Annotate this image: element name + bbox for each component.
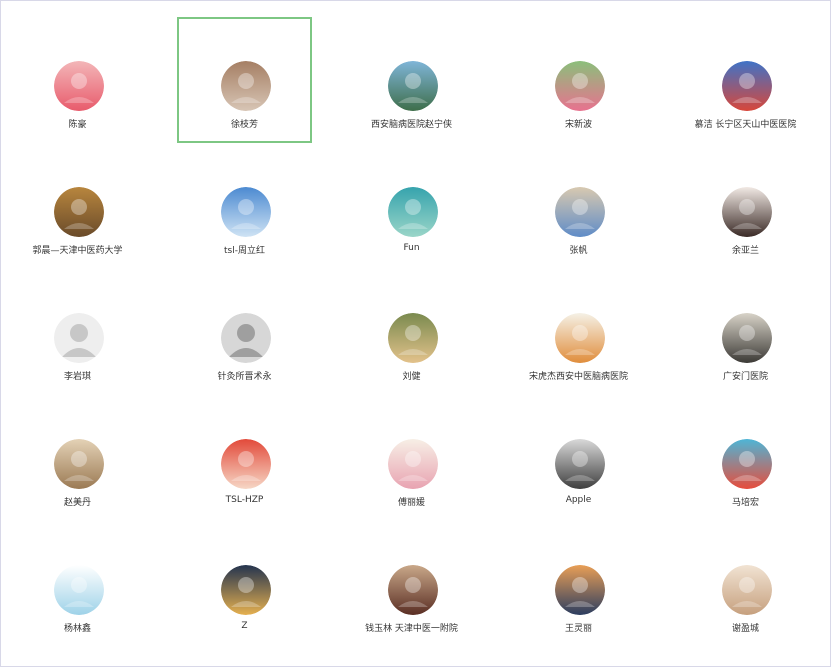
contact-name: TSL-HZP bbox=[225, 495, 264, 505]
contact-card[interactable]: 王灵丽 bbox=[511, 521, 646, 647]
contact-name: 张帆 bbox=[569, 246, 588, 256]
man-toy-avatar bbox=[388, 565, 438, 615]
contact-card[interactable]: 张帆 bbox=[511, 143, 646, 269]
ghost-cat-avatar bbox=[54, 565, 104, 615]
contact-card[interactable]: 慕洁 长宁区天山中医医院 bbox=[678, 17, 813, 143]
contact-card[interactable]: 徐枝芳 bbox=[177, 17, 312, 143]
lake-photo-avatar bbox=[555, 439, 605, 489]
contact-card[interactable]: Apple bbox=[511, 395, 646, 521]
city-night-avatar bbox=[221, 565, 271, 615]
window-room-avatar bbox=[722, 565, 772, 615]
contact-name: 宋新波 bbox=[564, 120, 592, 130]
contact-name: tsl-周立红 bbox=[224, 246, 265, 256]
contact-name: 慕洁 长宁区天山中医医院 bbox=[694, 120, 797, 130]
contact-card[interactable]: tsl-周立红 bbox=[177, 143, 312, 269]
contact-name: Apple bbox=[565, 495, 592, 505]
silhouette-person-icon bbox=[221, 313, 271, 363]
sky-avatar bbox=[221, 187, 271, 237]
sheep-avatar bbox=[388, 187, 438, 237]
contact-card[interactable]: 宋虎杰西安中医脑病医院 bbox=[511, 269, 646, 395]
room-photo-avatar bbox=[221, 61, 271, 111]
contact-name: Z bbox=[241, 621, 248, 631]
contact-name: 宋虎杰西安中医脑病医院 bbox=[528, 372, 628, 382]
contact-card[interactable]: 谢盈城 bbox=[678, 521, 813, 647]
contact-name: 徐枝芳 bbox=[230, 120, 258, 130]
contact-name: 赵美丹 bbox=[63, 498, 91, 508]
contact-card[interactable]: 广安门医院 bbox=[678, 269, 813, 395]
cartoon-girl-avatar bbox=[54, 61, 104, 111]
tiger-cartoon-avatar bbox=[555, 313, 605, 363]
contact-card[interactable]: 马培宏 bbox=[678, 395, 813, 521]
contact-card[interactable]: 傅丽媛 bbox=[344, 395, 479, 521]
cat-avatar bbox=[54, 439, 104, 489]
contact-card[interactable]: 刘健 bbox=[344, 269, 479, 395]
contact-card[interactable]: 钱玉林 天津中医一附院 bbox=[344, 521, 479, 647]
contact-card[interactable]: TSL-HZP bbox=[177, 395, 312, 521]
contact-name: Fun bbox=[403, 243, 420, 253]
bear-toy-avatar bbox=[555, 187, 605, 237]
contact-card[interactable]: 郭晨—天津中医药大学 bbox=[10, 143, 145, 269]
sailboat-avatar bbox=[722, 61, 772, 111]
kids-photo-avatar bbox=[388, 313, 438, 363]
default-person-icon bbox=[54, 313, 104, 363]
tree-avatar bbox=[388, 439, 438, 489]
contact-card[interactable]: 赵美丹 bbox=[10, 395, 145, 521]
contact-name: 钱玉林 天津中医一附院 bbox=[365, 624, 458, 634]
contact-card[interactable]: 针灸所晋术永 bbox=[177, 269, 312, 395]
drawn-girl-avatar bbox=[722, 187, 772, 237]
contact-name: 刘健 bbox=[402, 372, 421, 382]
contact-card[interactable]: 宋新波 bbox=[511, 17, 646, 143]
contact-name: 马培宏 bbox=[731, 498, 759, 508]
contacts-grid: 陈豪 徐枝芳 西安脑病医院赵宁侠 宋新波 慕洁 长宁区天山中医医院 郭晨—天津中… bbox=[10, 17, 813, 647]
contact-name: 郭晨—天津中医药大学 bbox=[32, 246, 123, 256]
contact-name: 针灸所晋术永 bbox=[217, 372, 272, 382]
contact-card[interactable]: 西安脑病医院赵宁侠 bbox=[344, 17, 479, 143]
landscape-avatar bbox=[388, 61, 438, 111]
contact-card[interactable]: 李岩琪 bbox=[10, 269, 145, 395]
lotus-avatar bbox=[555, 61, 605, 111]
contact-card[interactable]: Z bbox=[177, 521, 312, 647]
contact-card[interactable]: 陈豪 bbox=[10, 17, 145, 143]
contact-card[interactable]: Fun bbox=[344, 143, 479, 269]
bird-painting-avatar bbox=[722, 313, 772, 363]
boy-cartoon-avatar bbox=[722, 439, 772, 489]
contact-card[interactable]: 杨林鑫 bbox=[10, 521, 145, 647]
contact-card[interactable]: 余亚兰 bbox=[678, 143, 813, 269]
sunset-person-avatar bbox=[555, 565, 605, 615]
contact-name: 傅丽媛 bbox=[397, 498, 425, 508]
contacts-window: 陈豪 徐枝芳 西安脑病医院赵宁侠 宋新波 慕洁 长宁区天山中医医院 郭晨—天津中… bbox=[0, 0, 831, 667]
contact-name: 谢盈城 bbox=[731, 624, 759, 634]
contact-name: 杨林鑫 bbox=[63, 624, 91, 634]
contact-name: 李岩琪 bbox=[63, 372, 91, 382]
great-wall-avatar bbox=[54, 187, 104, 237]
contact-name: 王灵丽 bbox=[564, 624, 592, 634]
red-girl-avatar bbox=[221, 439, 271, 489]
contact-name: 陈豪 bbox=[68, 120, 87, 130]
contact-name: 广安门医院 bbox=[722, 372, 768, 382]
contact-name: 余亚兰 bbox=[731, 246, 759, 256]
contact-name: 西安脑病医院赵宁侠 bbox=[370, 120, 452, 130]
